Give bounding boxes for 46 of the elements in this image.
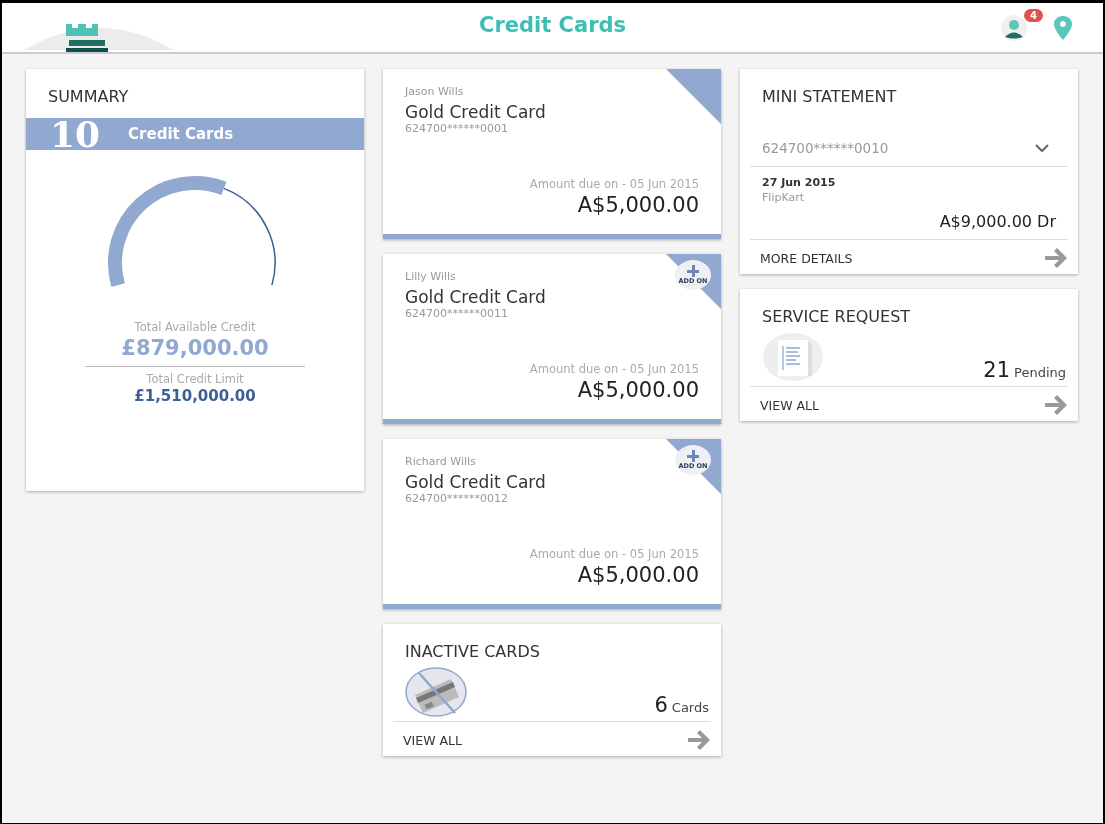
view-all-link[interactable]: VIEW ALL xyxy=(403,732,462,748)
notification-badge: 4 xyxy=(1024,8,1043,22)
arrow-right-icon[interactable] xyxy=(1044,395,1068,415)
card-title: SERVICE REQUEST xyxy=(761,307,912,326)
more-details-link[interactable]: MORE DETAILS xyxy=(760,250,853,266)
count-label: Credit Cards xyxy=(128,125,234,143)
count-unit: Pending xyxy=(1014,365,1066,380)
blocked-card-icon xyxy=(405,667,467,717)
card-holder: Lilly Wills xyxy=(405,270,456,283)
due-date: Amount due on - 05 Jun 2015 xyxy=(529,362,699,376)
transaction-date: 27 Jun 2015 xyxy=(762,176,837,189)
arrow-right-icon[interactable] xyxy=(1044,248,1068,268)
arrow-right-icon[interactable] xyxy=(687,730,711,750)
location-pin-icon[interactable] xyxy=(1053,14,1073,41)
card-number: 624700******0011 xyxy=(405,307,508,320)
card-holder: Jason Wills xyxy=(405,85,464,98)
card-number: 624700******0001 xyxy=(405,122,508,135)
available-credit-amount: £879,000.00 xyxy=(121,336,269,360)
card-name: Gold Credit Card xyxy=(405,287,546,307)
card-name: Gold Credit Card xyxy=(405,102,546,122)
card-holder: Richard Wills xyxy=(405,455,476,468)
count-unit: Cards xyxy=(671,700,709,715)
card-count: 10 xyxy=(50,118,101,150)
chevron-down-icon xyxy=(1034,143,1050,153)
card-title: MINI STATEMENT xyxy=(761,87,898,106)
transaction-amount: A$9,000.00 Dr xyxy=(938,212,1056,231)
merchant-name: FlipKart xyxy=(762,191,806,204)
due-date: Amount due on - 05 Jun 2015 xyxy=(529,177,699,191)
credit-limit-label: Total Credit Limit xyxy=(146,372,244,386)
available-credit-label: Total Available Credit xyxy=(134,320,256,334)
credit-limit-amount: £1,510,000.00 xyxy=(134,387,256,405)
amount-due: A$5,000.00 xyxy=(577,563,699,587)
card-number: 624700******0012 xyxy=(405,492,508,505)
pending-count: 21 xyxy=(983,358,1011,382)
view-all-link[interactable]: VIEW ALL xyxy=(760,397,819,413)
amount-due: A$5,000.00 xyxy=(577,378,699,402)
card-title: INACTIVE CARDS xyxy=(404,642,541,661)
document-icon xyxy=(762,332,824,382)
card-name: Gold Credit Card xyxy=(405,472,546,492)
page-title: Credit Cards xyxy=(478,13,627,37)
profile-icon[interactable] xyxy=(1001,14,1027,41)
card-title: SUMMARY xyxy=(47,86,130,106)
due-date: Amount due on - 05 Jun 2015 xyxy=(529,547,699,561)
credit-card-tile[interactable]: Jason Wills Gold Credit Card 624700******0001 Amount due on - 05 Jun 2015 A$5,000.00 xyxy=(383,69,721,239)
inactive-count: 6 xyxy=(654,693,668,717)
amount-due: A$5,000.00 xyxy=(577,193,699,217)
